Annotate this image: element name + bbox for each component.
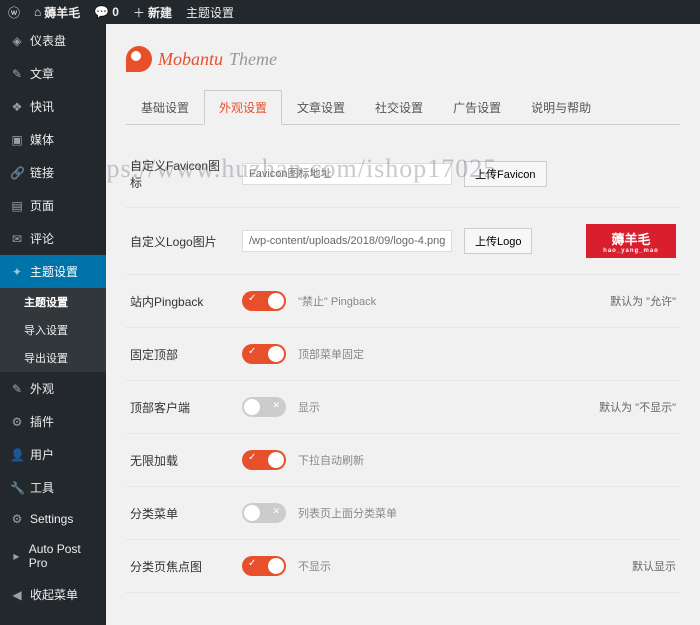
plugin-icon: ⚙ — [10, 415, 24, 429]
pin-icon: ✎ — [10, 67, 24, 81]
catfocus-note: 默认显示 — [632, 558, 676, 574]
sidebar-item-media[interactable]: ▣媒体 — [0, 123, 106, 156]
catmenu-text: 列表页上面分类菜单 — [298, 505, 397, 521]
sidebar-item-dashboard[interactable]: ◈仪表盘 — [0, 24, 106, 57]
client-toggle[interactable] — [242, 397, 286, 417]
fixtop-toggle[interactable] — [242, 344, 286, 364]
pingback-label: 站内Pingback — [130, 293, 230, 310]
flash-icon: ❖ — [10, 100, 24, 114]
gauge-icon: ◈ — [10, 34, 24, 48]
comments-count[interactable]: 💬 0 — [94, 5, 119, 19]
sidebar-item-theme-settings[interactable]: ✦主题设置 — [0, 255, 106, 288]
sidebar-item-appearance[interactable]: ✎外观 — [0, 372, 106, 405]
client-text: 显示 — [298, 399, 320, 415]
tab-post[interactable]: 文章设置 — [282, 90, 360, 125]
logo-label: 自定义Logo图片 — [130, 233, 230, 250]
comment-icon: ✉ — [10, 232, 24, 246]
media-icon: ▣ — [10, 133, 24, 147]
page-icon: ▤ — [10, 199, 24, 213]
catfocus-label: 分类页焦点图 — [130, 558, 230, 575]
sidebar-item-posts[interactable]: ✎文章 — [0, 57, 106, 90]
row-client: 顶部客户端 显示 默认为 "不显示" — [126, 381, 680, 434]
admin-sidebar: ◈仪表盘 ✎文章 ❖快讯 ▣媒体 🔗链接 ▤页面 ✉评论 ✦主题设置 主题设置 … — [0, 24, 106, 625]
row-catfocus: 分类页焦点图 不显示 默认显示 — [126, 540, 680, 593]
client-note: 默认为 "不显示" — [599, 399, 676, 415]
sidebar-item-links[interactable]: 🔗链接 — [0, 156, 106, 189]
fixtop-label: 固定顶部 — [130, 346, 230, 363]
tab-social[interactable]: 社交设置 — [360, 90, 438, 125]
gear-icon: ⚙ — [10, 512, 24, 526]
row-infinite: 无限加载 下拉自动刷新 — [126, 434, 680, 487]
wp-logo[interactable]: ⓦ — [8, 4, 20, 21]
upload-logo-button[interactable]: 上传Logo — [464, 228, 532, 254]
catmenu-label: 分类菜单 — [130, 505, 230, 522]
sidebar-sub-import[interactable]: 导入设置 — [0, 316, 106, 344]
row-fixtop: 固定顶部 顶部菜单固定 — [126, 328, 680, 381]
site-name[interactable]: ⌂ 薅羊毛 — [34, 4, 80, 21]
theme-settings-link[interactable]: 主题设置 — [186, 4, 234, 21]
client-label: 顶部客户端 — [130, 399, 230, 416]
tab-appearance[interactable]: 外观设置 — [204, 90, 282, 125]
sidebar-item-collapse[interactable]: ◀收起菜单 — [0, 578, 106, 611]
play-icon: ▸ — [10, 549, 23, 563]
star-icon: ✦ — [10, 265, 24, 279]
user-icon: 👤 — [10, 448, 24, 462]
brand-logo-icon — [126, 46, 152, 72]
row-logo: 自定义Logo图片 上传Logo 薅羊毛hao_yang_mao — [126, 208, 680, 275]
tab-basic[interactable]: 基础设置 — [126, 90, 204, 125]
infinite-label: 无限加载 — [130, 452, 230, 469]
pingback-toggle[interactable] — [242, 291, 286, 311]
sidebar-item-plugins[interactable]: ⚙插件 — [0, 405, 106, 438]
infinite-text: 下拉自动刷新 — [298, 452, 364, 468]
sidebar-item-autopost[interactable]: ▸Auto Post Pro — [0, 534, 106, 578]
link-icon: 🔗 — [10, 166, 24, 180]
brand-text-1: Mobantu — [158, 49, 223, 70]
sidebar-sub-theme-settings[interactable]: 主题设置 — [0, 288, 106, 316]
row-favicon: 自定义Favicon图标 上传Favicon — [126, 141, 680, 208]
pingback-note: 默认为 "允许" — [610, 293, 676, 309]
fixtop-text: 顶部菜单固定 — [298, 346, 364, 362]
main-content: Mobantu Theme 基础设置 外观设置 文章设置 社交设置 广告设置 说明… — [106, 24, 700, 625]
row-pingback: 站内Pingback "禁止" Pingback 默认为 "允许" — [126, 275, 680, 328]
upload-favicon-button[interactable]: 上传Favicon — [464, 161, 547, 187]
brand-text-2: Theme — [229, 49, 277, 70]
pingback-text: "禁止" Pingback — [298, 293, 376, 309]
sidebar-item-news[interactable]: ❖快讯 — [0, 90, 106, 123]
new-content[interactable]: ＋ 新建 — [133, 4, 172, 21]
theme-brand: Mobantu Theme — [126, 46, 680, 72]
sidebar-item-pages[interactable]: ▤页面 — [0, 189, 106, 222]
collapse-icon: ◀ — [10, 588, 24, 602]
admin-bar: ⓦ ⌂ 薅羊毛 💬 0 ＋ 新建 主题设置 — [0, 0, 700, 24]
catmenu-toggle[interactable] — [242, 503, 286, 523]
sidebar-item-tools[interactable]: 🔧工具 — [0, 471, 106, 504]
catfocus-text: 不显示 — [298, 558, 331, 574]
logo-preview: 薅羊毛hao_yang_mao — [586, 224, 676, 258]
sidebar-item-users[interactable]: 👤用户 — [0, 438, 106, 471]
favicon-input[interactable] — [242, 163, 452, 185]
settings-tabs: 基础设置 外观设置 文章设置 社交设置 广告设置 说明与帮助 — [126, 90, 680, 125]
wrench-icon: 🔧 — [10, 481, 24, 495]
sidebar-sub-export[interactable]: 导出设置 — [0, 344, 106, 372]
logo-input[interactable] — [242, 230, 452, 252]
catfocus-toggle[interactable] — [242, 556, 286, 576]
infinite-toggle[interactable] — [242, 450, 286, 470]
favicon-label: 自定义Favicon图标 — [130, 157, 230, 191]
tab-ads[interactable]: 广告设置 — [438, 90, 516, 125]
row-catmenu: 分类菜单 列表页上面分类菜单 — [126, 487, 680, 540]
sidebar-item-comments[interactable]: ✉评论 — [0, 222, 106, 255]
brush-icon: ✎ — [10, 382, 24, 396]
sidebar-item-settings[interactable]: ⚙Settings — [0, 504, 106, 534]
tab-help[interactable]: 说明与帮助 — [516, 90, 606, 125]
